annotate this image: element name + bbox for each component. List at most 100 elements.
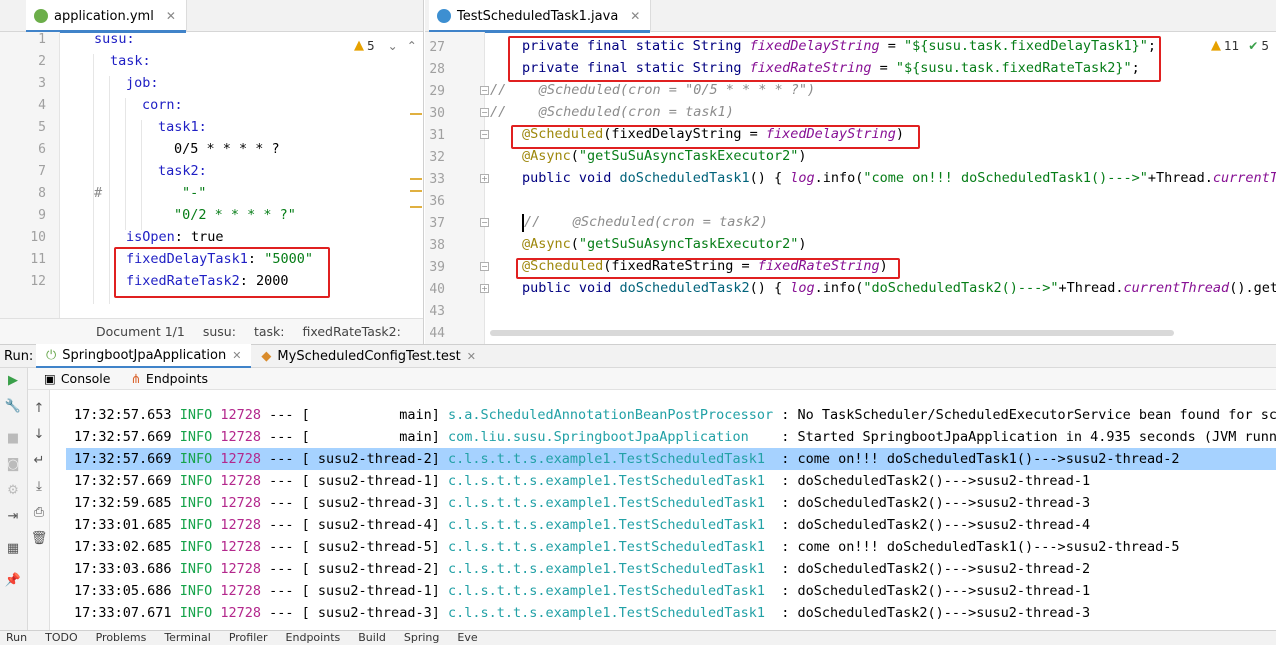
close-icon[interactable]: ✕: [166, 9, 176, 23]
line-number: 6: [38, 142, 46, 157]
log-message: : come on!!! doScheduledTask1()--->susu2…: [781, 451, 1180, 467]
soft-wrap-icon[interactable]: ↵: [30, 452, 48, 470]
log-thread: [ susu2-thread-5]: [301, 539, 440, 555]
highlight-box-scheduled-rate: [516, 258, 900, 279]
tab-application-yml[interactable]: application.yml ✕: [26, 0, 187, 33]
log-level: INFO: [179, 605, 213, 621]
horizontal-scrollbar[interactable]: [490, 330, 1174, 336]
breadcrumb-item[interactable]: fixedRateTask2:: [302, 324, 400, 339]
log-message: : doScheduledTask2()--->susu2-thread-1: [781, 583, 1091, 599]
log-row[interactable]: 17:33:07.671 INFO 12728 --- [ susu2-thre…: [66, 602, 1276, 624]
code-line-30: // @Scheduled(cron = task1): [490, 104, 734, 120]
fold-icon[interactable]: +: [480, 174, 489, 183]
chevron-down-icon[interactable]: ⌄: [388, 39, 398, 53]
change-marker: [410, 190, 422, 192]
breadcrumb-item[interactable]: Document 1/1: [96, 324, 185, 339]
bottom-tab-profiler[interactable]: Profiler: [229, 631, 268, 644]
bottom-tab-build[interactable]: Build: [358, 631, 386, 644]
line-number-gutter: [425, 32, 485, 344]
line-number: 27: [429, 40, 445, 55]
log-time: 17:33:03.686: [74, 561, 172, 577]
log-pid: 12728: [220, 539, 261, 555]
bottom-tab-terminal[interactable]: Terminal: [164, 631, 211, 644]
log-row[interactable]: 17:32:57.669 INFO 12728 --- [ main] com.…: [66, 426, 1276, 448]
bottom-tab-problems[interactable]: Problems: [96, 631, 147, 644]
yml-editor-pane[interactable]: application.yml ✕ 1 2 3 4 5 6 7 8 9 10 11 12 ▲ 5 ⌄ …: [0, 0, 424, 344]
log-separator: ---: [269, 539, 294, 555]
left-tab-bar: application.yml ✕: [0, 0, 423, 33]
log-pid: 12728: [220, 517, 261, 533]
print-icon[interactable]: ⎙: [30, 504, 48, 522]
close-icon[interactable]: ✕: [467, 350, 476, 363]
fold-icon[interactable]: +: [480, 284, 489, 293]
fold-icon[interactable]: −: [480, 86, 489, 95]
code-line-29: // @Scheduled(cron = "0/5 * * * * ?"): [490, 82, 816, 98]
run-header: Run: ⏻ SpringbootJpaApplication ✕ ◆ MySc…: [0, 344, 1276, 368]
console-output[interactable]: 17:32:57.653 INFO 12728 --- [ main] s.a.…: [66, 390, 1276, 630]
log-row[interactable]: 17:32:57.669 INFO 12728 --- [ susu2-thre…: [66, 470, 1276, 492]
java-class-icon: [437, 9, 451, 23]
fold-icon[interactable]: −: [480, 130, 489, 139]
exit-icon[interactable]: ⇥: [4, 508, 22, 526]
arrow-down-icon[interactable]: ↓: [30, 426, 48, 444]
log-message: : doScheduledTask2()--->susu2-thread-4: [781, 517, 1091, 533]
warning-icon: ▲: [354, 38, 364, 53]
code-line-4: corn:: [142, 97, 183, 113]
bottom-tab-spring[interactable]: Spring: [404, 631, 440, 644]
log-time: 17:32:57.669: [74, 429, 172, 445]
log-row[interactable]: 17:33:05.686 INFO 12728 --- [ susu2-thre…: [66, 580, 1276, 602]
fold-icon[interactable]: −: [480, 218, 489, 227]
run-tab-myscheduledconfigtest[interactable]: ◆ MyScheduledConfigTest.test ✕: [251, 344, 486, 368]
log-row[interactable]: 17:32:57.653 INFO 12728 --- [ main] s.a.…: [66, 404, 1276, 426]
pin-icon[interactable]: 📌: [4, 572, 22, 590]
line-number: 9: [38, 208, 46, 223]
log-separator: ---: [269, 473, 294, 489]
fold-icon[interactable]: −: [480, 262, 489, 271]
java-editor-pane[interactable]: TestScheduledTask1.java ✕ ▲ 11 ✔ 5 27 28…: [425, 0, 1276, 344]
highlight-box-scheduled-delay: [511, 125, 920, 149]
run-tab-springbootjpaapplication[interactable]: ⏻ SpringbootJpaApplication ✕: [36, 344, 252, 368]
wrench-icon[interactable]: 🔧: [4, 398, 22, 416]
trash-icon[interactable]: 🗑: [30, 530, 48, 548]
arrow-up-icon[interactable]: ↑: [30, 400, 48, 418]
line-number: 39: [429, 260, 445, 275]
line-number: 1: [38, 32, 46, 47]
tab-testscheduledtask1-java[interactable]: TestScheduledTask1.java ✕: [429, 0, 652, 33]
log-row[interactable]: 17:33:01.685 INFO 12728 --- [ susu2-thre…: [66, 514, 1276, 536]
warnings-indicator[interactable]: ▲ 5 ⌄ ⌃: [354, 38, 417, 53]
log-message: : doScheduledTask2()--->susu2-thread-3: [781, 495, 1091, 511]
close-icon[interactable]: ✕: [630, 9, 640, 23]
bottom-tab-todo[interactable]: TODO: [45, 631, 78, 644]
log-row[interactable]: 17:32:57.669 INFO 12728 --- [ susu2-thre…: [66, 448, 1276, 470]
close-icon[interactable]: ✕: [232, 349, 241, 362]
tab-endpoints[interactable]: ⋔ Endpoints: [122, 368, 216, 390]
fold-icon[interactable]: −: [480, 108, 489, 117]
log-pid: 12728: [220, 495, 261, 511]
settings-icon[interactable]: ⚙: [4, 482, 22, 500]
layout-icon[interactable]: ▦: [4, 540, 22, 558]
bottom-tab-event-log[interactable]: Eve: [457, 631, 477, 644]
scroll-to-end-icon[interactable]: ⤓: [30, 478, 48, 496]
line-number: 38: [429, 238, 445, 253]
run-side-toolbar: ▶ 🔧 ■ ◙ ⚙ ⇥ ▦ 📌: [0, 368, 28, 645]
stop-icon[interactable]: ■: [4, 430, 22, 448]
log-row[interactable]: 17:33:03.686 INFO 12728 --- [ susu2-thre…: [66, 558, 1276, 580]
chevron-up-icon[interactable]: ⌃: [407, 39, 417, 53]
camera-icon[interactable]: ◙: [4, 456, 22, 474]
bottom-tab-run[interactable]: Run: [6, 631, 27, 644]
breadcrumb-item[interactable]: susu:: [203, 324, 236, 339]
bottom-tab-endpoints[interactable]: Endpoints: [286, 631, 341, 644]
log-row[interactable]: 17:32:59.685 INFO 12728 --- [ susu2-thre…: [66, 492, 1276, 514]
tab-console[interactable]: ▣ Console: [36, 368, 118, 390]
log-time: 17:33:01.685: [74, 517, 172, 533]
code-line-10: isOpen: true: [126, 229, 224, 245]
inspections-indicator[interactable]: ▲ 11 ✔ 5: [1211, 38, 1269, 53]
log-level: INFO: [179, 451, 213, 467]
log-pid: 12728: [220, 451, 261, 467]
rerun-icon[interactable]: ▶: [4, 372, 22, 390]
log-separator: ---: [269, 605, 294, 621]
log-row[interactable]: 17:33:02.685 INFO 12728 --- [ susu2-thre…: [66, 536, 1276, 558]
code-line-8-hash: #: [94, 185, 103, 201]
breadcrumb-item[interactable]: task:: [254, 324, 285, 339]
warning-icon: ▲: [1211, 38, 1221, 53]
